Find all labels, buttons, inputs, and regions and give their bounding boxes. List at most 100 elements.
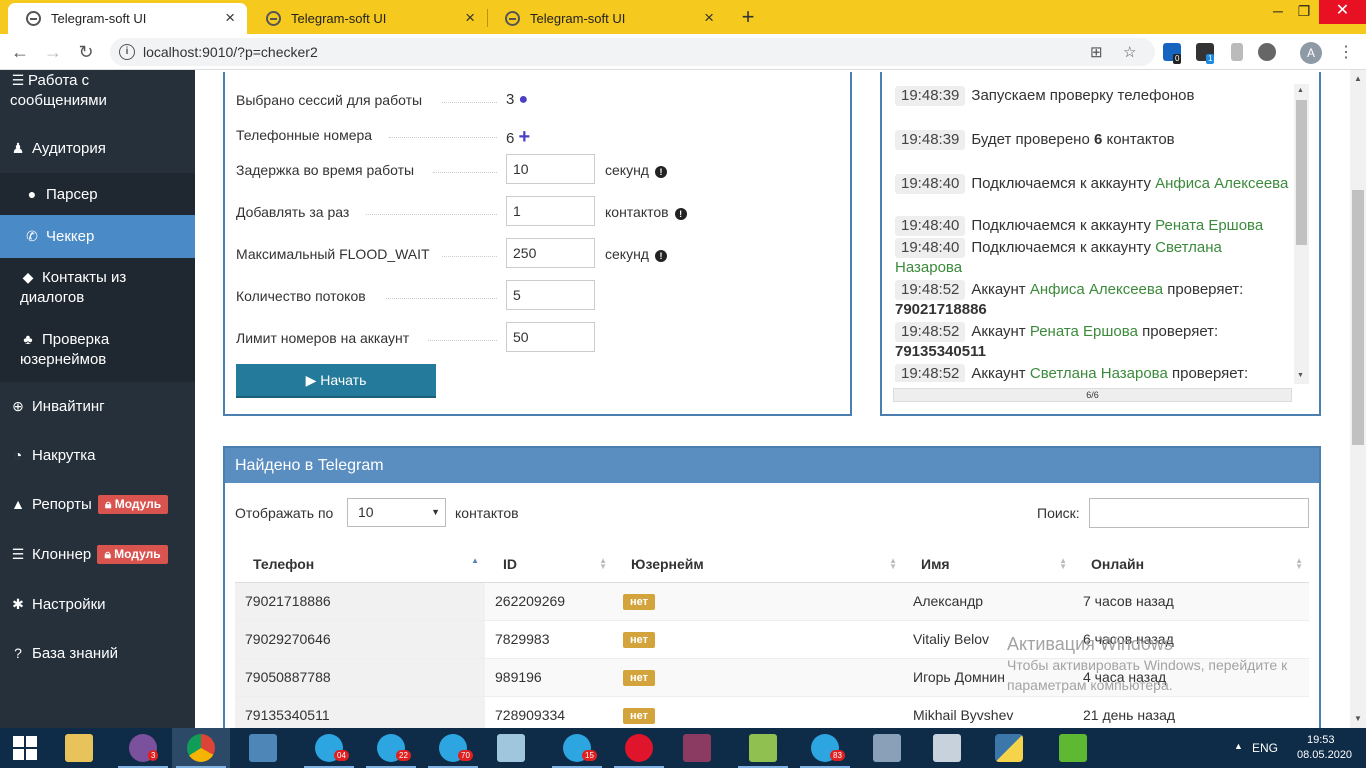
taskbar-python[interactable] bbox=[980, 728, 1038, 768]
taskbar-explorer[interactable] bbox=[50, 728, 108, 768]
clock-time[interactable]: 19:53 bbox=[1307, 734, 1335, 746]
log-line: 19:48:40 Подключаемся к аккаунту Рената Е… bbox=[895, 216, 1290, 236]
scroll-down-icon[interactable]: ▼ bbox=[1354, 714, 1362, 723]
log-scrollbar[interactable]: ▲ ▼ bbox=[1294, 84, 1309, 384]
menu-kebab-icon[interactable]: ⋮ bbox=[1338, 42, 1354, 62]
sort-icon: ▲ ▼ bbox=[889, 556, 897, 571]
tray-expand-icon[interactable]: ▲ bbox=[1234, 741, 1243, 751]
back-icon[interactable]: ← bbox=[9, 41, 31, 63]
dashboard-icon: ◔ bbox=[13, 447, 23, 463]
browser-tab-1[interactable]: Telegram-soft UI × bbox=[8, 3, 247, 34]
sidebar-item-knowledge-base[interactable]: ? База знаний bbox=[0, 643, 195, 664]
taskbar-telegram[interactable]: 70 bbox=[424, 728, 482, 768]
taskbar-opera[interactable] bbox=[610, 728, 668, 768]
new-tab-icon[interactable]: + bbox=[738, 4, 758, 30]
restore-icon[interactable]: ❐ bbox=[1288, 0, 1320, 24]
sidebar-item-audience[interactable]: ♟ Аудитория bbox=[0, 138, 195, 159]
column-header-name[interactable]: Имя ▲ ▼ bbox=[903, 546, 1073, 583]
column-header-phone[interactable]: Телефон ▲ bbox=[235, 546, 485, 583]
column-header-id[interactable]: ID ▲ ▼ bbox=[485, 546, 613, 583]
flood-row: Максимальный FLOOD_WAIT секунд! bbox=[236, 238, 836, 268]
sidebar-item-username-check[interactable]: ♣ Проверка юзернеймов bbox=[0, 320, 195, 382]
taskbar-calculator[interactable] bbox=[918, 728, 976, 768]
threads-label: Количество потоков bbox=[236, 288, 366, 304]
translate-icon[interactable]: ⊞ bbox=[1090, 43, 1103, 61]
delay-input[interactable] bbox=[506, 154, 595, 184]
sidebar-item-boosting[interactable]: ◔ Накрутка bbox=[0, 445, 195, 466]
sidebar-item-reports[interactable]: ▲ Репорты 🔒︎ Модуль bbox=[0, 494, 195, 515]
phones-label: Телефонные номера bbox=[236, 127, 373, 143]
log-line: 19:48:40 Подключаемся к аккаунту Светлана… bbox=[895, 238, 1222, 276]
extension-icon[interactable] bbox=[1258, 43, 1276, 61]
batch-input[interactable] bbox=[506, 196, 595, 226]
forward-icon[interactable]: → bbox=[42, 41, 64, 63]
log-line: 19:48:52 Аккаунт Рената Ершова проверяет:… bbox=[895, 322, 1219, 360]
page-size-select[interactable]: 10 ▼ bbox=[347, 498, 446, 527]
column-header-username[interactable]: Юзернейм ▲ ▼ bbox=[613, 546, 903, 583]
sidebar-item-inviting[interactable]: ⊕ Инвайтинг bbox=[0, 396, 195, 417]
lock-icon: 🔒︎ bbox=[105, 497, 112, 511]
batch-unit: контактов! bbox=[605, 204, 687, 220]
close-tab-icon[interactable]: × bbox=[704, 9, 714, 26]
limit-input[interactable] bbox=[506, 322, 595, 352]
taskbar-telegram[interactable]: 83 bbox=[796, 728, 854, 768]
close-tab-icon[interactable]: × bbox=[465, 9, 475, 26]
close-window-icon[interactable]: ✕ bbox=[1319, 0, 1366, 24]
scroll-thumb[interactable] bbox=[1352, 190, 1364, 445]
windows-logo-icon bbox=[13, 736, 37, 760]
folder-icon bbox=[65, 734, 93, 762]
address-bar[interactable]: i localhost:9010/?p=checker2 ⊞ ☆ bbox=[110, 38, 1155, 66]
plus-icon[interactable]: + bbox=[519, 126, 531, 148]
sidebar-item-parser[interactable]: ● Парсер bbox=[0, 173, 195, 215]
taskbar-telegram[interactable]: 04 bbox=[300, 728, 358, 768]
taskbar-telegram[interactable]: 15 bbox=[548, 728, 606, 768]
close-tab-icon[interactable]: × bbox=[225, 9, 235, 26]
log-output: 19:48:39 Запускаем проверку телефонов 19:… bbox=[893, 82, 1296, 382]
bookmark-star-icon[interactable]: ☆ bbox=[1123, 43, 1136, 61]
info-icon[interactable]: ! bbox=[674, 208, 687, 220]
user-icon: ● bbox=[518, 91, 529, 108]
taskbar-resource-monitor[interactable] bbox=[858, 728, 916, 768]
opera-icon bbox=[625, 734, 653, 762]
table-row[interactable]: 79135340511 728909334 нет Mikhail Byvshe… bbox=[235, 696, 1309, 728]
flood-wait-input[interactable] bbox=[506, 238, 595, 268]
globe-icon bbox=[26, 11, 41, 26]
info-icon[interactable]: i bbox=[119, 44, 135, 60]
sidebar-item-dialog-contacts[interactable]: ◆ Контакты из диалогов bbox=[0, 258, 195, 320]
reload-icon[interactable]: ↻ bbox=[75, 41, 97, 63]
clock-date[interactable]: 08.05.2020 bbox=[1297, 749, 1352, 761]
browser-tab-2[interactable]: Telegram-soft UI × bbox=[248, 3, 487, 34]
browser-tab-3[interactable]: Telegram-soft UI × bbox=[487, 3, 726, 34]
taskbar-control-panel[interactable] bbox=[234, 728, 292, 768]
info-icon[interactable]: ! bbox=[654, 166, 667, 178]
taskbar-winrar[interactable] bbox=[668, 728, 726, 768]
table-row[interactable]: 79021718886 262209269 нет Александр 7 ча… bbox=[235, 582, 1309, 621]
sidebar-item-messages[interactable]: ☰ Работа с сообщениями bbox=[0, 70, 195, 116]
search-input[interactable] bbox=[1089, 498, 1309, 528]
sidebar-item-cloner[interactable]: ☰ Клоннер 🔒︎ Модуль bbox=[0, 544, 195, 565]
taskbar-notepad-plus[interactable] bbox=[734, 728, 792, 768]
status-badge: нет bbox=[623, 708, 656, 724]
scroll-up-icon[interactable]: ▲ bbox=[1354, 74, 1362, 83]
profile-avatar[interactable]: A bbox=[1300, 42, 1322, 64]
phones-row: Телефонные номера 6 + bbox=[236, 119, 836, 149]
globe-icon bbox=[505, 11, 520, 26]
column-header-online[interactable]: Онлайн ▲ ▼ bbox=[1073, 546, 1309, 583]
sidebar-item-checker[interactable]: ✆ Чеккер bbox=[0, 215, 195, 258]
taskbar-telegram[interactable]: 22 bbox=[362, 728, 420, 768]
taskbar-notepad[interactable] bbox=[482, 728, 540, 768]
info-icon[interactable]: ! bbox=[654, 250, 667, 262]
extension-icon[interactable] bbox=[1231, 43, 1243, 61]
scroll-thumb[interactable] bbox=[1296, 100, 1307, 245]
start-button[interactable]: ▶ Начать bbox=[236, 364, 436, 398]
sidebar-item-settings[interactable]: ✱ Настройки bbox=[0, 594, 195, 615]
scroll-down-icon[interactable]: ▼ bbox=[1297, 372, 1304, 379]
taskbar-viber[interactable]: 3 bbox=[114, 728, 172, 768]
page-scrollbar[interactable]: ▲ ▼ bbox=[1350, 70, 1366, 728]
taskbar-chrome[interactable] bbox=[172, 728, 230, 768]
taskbar-camtasia[interactable] bbox=[1044, 728, 1102, 768]
scroll-up-icon[interactable]: ▲ bbox=[1297, 87, 1304, 94]
start-button[interactable] bbox=[0, 728, 50, 768]
language-indicator[interactable]: ENG bbox=[1252, 741, 1278, 755]
threads-input[interactable] bbox=[506, 280, 595, 310]
